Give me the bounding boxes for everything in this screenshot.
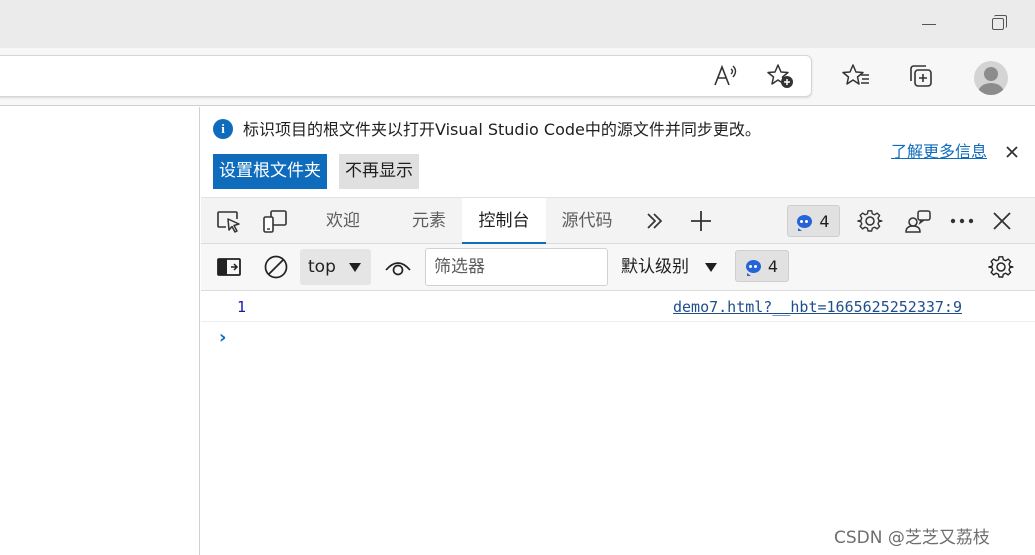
ellipsis-icon <box>950 218 974 224</box>
tab-console[interactable]: 控制台 <box>462 198 546 244</box>
message-count-badge[interactable]: 4 <box>735 250 789 282</box>
collections-button[interactable] <box>906 60 938 92</box>
browser-title-bar <box>0 0 1035 48</box>
eye-icon <box>385 262 411 276</box>
add-tool-button[interactable] <box>685 206 717 236</box>
inspect-element-icon <box>217 211 240 233</box>
clear-console-button[interactable] <box>260 252 292 282</box>
chevron-double-right-icon <box>647 213 663 229</box>
device-emulation-icon <box>263 210 287 233</box>
read-aloud-button[interactable] <box>710 60 742 92</box>
infobar-close-button[interactable] <box>1001 141 1023 163</box>
settings-button[interactable] <box>854 206 886 236</box>
collections-icon <box>910 65 932 87</box>
caret-down-icon <box>349 263 361 272</box>
more-tabs-button[interactable] <box>638 206 670 236</box>
live-expression-button[interactable] <box>382 252 414 282</box>
context-selector[interactable]: top <box>300 249 371 285</box>
message-bubble-icon <box>797 214 813 231</box>
close-icon <box>993 212 1011 230</box>
clear-icon <box>264 255 288 279</box>
toggle-sidebar-button[interactable] <box>213 252 245 282</box>
web-page-viewport <box>0 107 200 555</box>
feedback-icon <box>905 210 931 233</box>
dont-show-again-button[interactable]: 不再显示 <box>339 154 419 189</box>
favorites-icon <box>842 64 869 85</box>
set-root-folder-button[interactable]: 设置根文件夹 <box>213 154 327 189</box>
restore-icon <box>992 15 1007 30</box>
add-favorite-icon <box>767 64 793 88</box>
console-settings-button[interactable] <box>985 252 1017 282</box>
devtools-tab-bar: 欢迎 元素 控制台 源代码 <box>201 197 1035 244</box>
avatar-head-shape <box>984 67 998 81</box>
plus-icon <box>691 211 711 231</box>
browser-toolbar <box>0 48 1035 106</box>
sidebar-toggle-icon <box>217 258 241 276</box>
add-favorite-button[interactable] <box>764 60 796 92</box>
tab-elements[interactable]: 元素 <box>397 198 461 244</box>
feedback-button[interactable] <box>902 206 934 236</box>
gear-icon <box>988 256 1014 278</box>
learn-more-link[interactable]: 了解更多信息 <box>891 141 987 163</box>
console-output: 1 demo7.html?__hbt=1665625252337:9 › <box>201 292 1035 555</box>
console-prompt-icon: › <box>219 327 227 348</box>
infobar-message: 标识项目的根文件夹以打开Visual Studio Code中的源文件并同步更改… <box>243 120 761 139</box>
minimize-icon <box>922 23 936 25</box>
tab-sources[interactable]: 源代码 <box>547 198 627 244</box>
tab-welcome[interactable]: 欢迎 <box>311 198 375 244</box>
device-emulation-button[interactable] <box>259 206 291 236</box>
caret-down-icon <box>705 263 717 272</box>
message-bubble-icon <box>745 259 761 276</box>
watermark: CSDN @芝芝又荔枝 <box>834 528 990 548</box>
issues-badge[interactable]: 4 <box>787 205 840 237</box>
close-icon <box>1006 146 1018 158</box>
log-level-value: 默认级别 <box>621 257 689 277</box>
avatar-body-shape <box>978 83 1004 95</box>
favorites-button[interactable] <box>840 60 872 92</box>
log-value: 1 <box>237 298 247 316</box>
issues-count: 4 <box>819 211 830 231</box>
gear-icon <box>857 210 883 232</box>
address-bar[interactable] <box>0 55 812 97</box>
minimize-button[interactable] <box>917 12 941 36</box>
inspect-element-button[interactable] <box>213 206 245 236</box>
read-aloud-icon <box>714 64 737 86</box>
console-toolbar: top 默认级别 <box>201 244 1035 291</box>
filter-input[interactable] <box>425 248 608 286</box>
log-level-selector[interactable]: 默认级别 <box>621 249 721 285</box>
context-selector-value: top <box>308 257 336 277</box>
console-log-row: 1 demo7.html?__hbt=1665625252337:9 <box>201 292 1035 322</box>
more-options-button[interactable] <box>946 206 978 236</box>
info-icon: i <box>213 119 233 139</box>
console-input[interactable] <box>241 325 1021 351</box>
close-devtools-button[interactable] <box>986 206 1018 236</box>
profile-avatar[interactable] <box>974 61 1008 95</box>
infobar: i 标识项目的根文件夹以打开Visual Studio Code中的源文件并同步… <box>201 107 1035 197</box>
message-count: 4 <box>767 256 779 276</box>
restore-button[interactable] <box>986 12 1010 36</box>
log-source-link[interactable]: demo7.html?__hbt=1665625252337:9 <box>673 298 962 316</box>
devtools-panel: i 标识项目的根文件夹以打开Visual Studio Code中的源文件并同步… <box>201 107 1035 555</box>
